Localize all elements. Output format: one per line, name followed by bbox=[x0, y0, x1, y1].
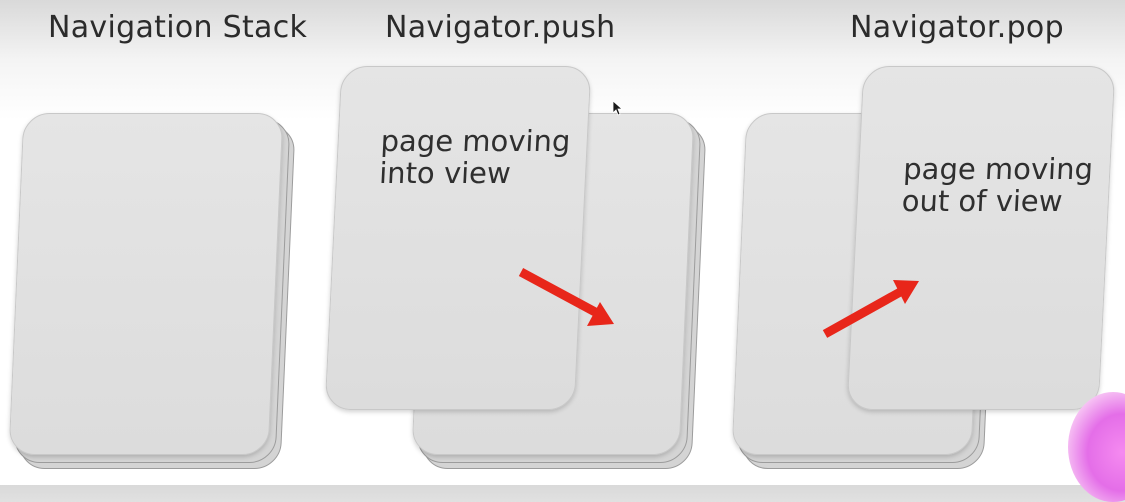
mouse-cursor-icon bbox=[613, 101, 623, 116]
arrows-layer bbox=[518, 268, 919, 338]
navigation-diagram: Navigation Stack Navigator.push Navigato… bbox=[0, 0, 1125, 502]
red-arrow-right-down-icon bbox=[518, 268, 614, 326]
red-arrow-right-up-icon bbox=[822, 280, 919, 338]
